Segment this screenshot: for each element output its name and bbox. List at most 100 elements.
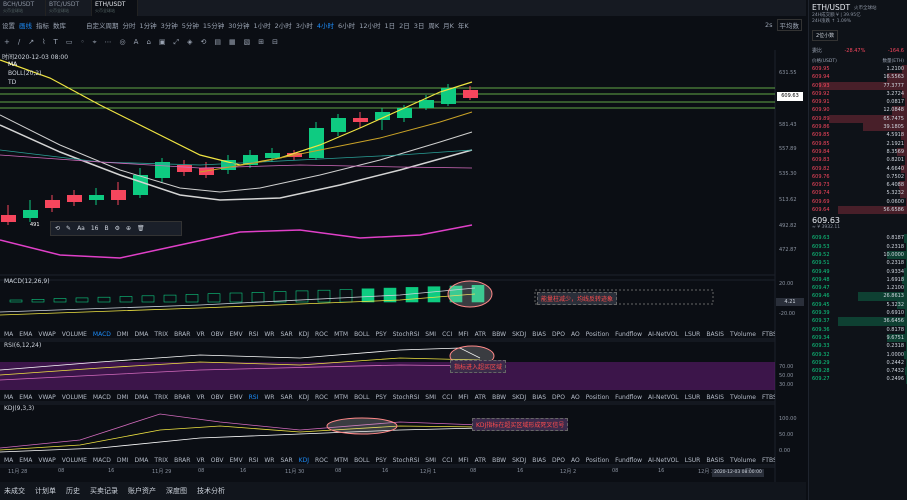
period-option[interactable]: 3小时 <box>296 20 313 30</box>
bid-row[interactable]: 609.32 1.0000 <box>809 350 907 359</box>
period-option[interactable]: 5分钟 <box>182 20 199 30</box>
kline-chart[interactable] <box>0 50 806 482</box>
draw-tool-icon[interactable]: ⌖ <box>93 38 97 47</box>
ask-row[interactable]: 609.85 2.1921 <box>809 139 907 148</box>
ask-row[interactable]: 609.92 3.2724 <box>809 89 907 99</box>
draw-tool-icon[interactable]: ⤢ <box>174 38 180 47</box>
candle-body[interactable] <box>265 153 280 158</box>
tab-bch-usdt[interactable]: BCH/USDT 火币全球站 <box>0 0 46 16</box>
indicator-option[interactable]: TRIX <box>154 394 168 403</box>
candle-body[interactable] <box>331 118 346 132</box>
ask-row[interactable]: 609.85 4.5918 <box>809 131 907 140</box>
indicator-option[interactable]: EMA <box>19 331 32 340</box>
bottom-tab[interactable]: 计划单 <box>35 486 56 496</box>
indicator-option[interactable]: BIAS <box>532 457 546 466</box>
tab-btc-usdt[interactable]: BTC/USDT 火币全球站 <box>46 0 92 16</box>
ask-row[interactable]: 609.76 0.7502 <box>809 172 907 182</box>
float-tool-icon[interactable]: ⟲ <box>55 225 60 232</box>
period-option[interactable]: 15分钟 <box>203 20 224 30</box>
period-option[interactable]: 12小时 <box>359 20 380 30</box>
indicator-option[interactable]: AO <box>571 394 580 403</box>
indicator-option[interactable]: BBW <box>492 457 506 466</box>
ask-row[interactable]: 609.89 65.7475 <box>809 114 907 124</box>
indicator-option[interactable]: VOLUME <box>62 331 87 340</box>
indicator-option[interactable]: TVolume <box>730 394 756 403</box>
indicator-option[interactable]: VWAP <box>38 331 55 340</box>
draw-tool-icon[interactable]: / <box>18 38 20 46</box>
ask-row[interactable]: 609.95 1.2100 <box>809 65 907 74</box>
indicator-option[interactable]: WR <box>264 394 274 403</box>
indicator-option[interactable]: CCI <box>442 457 452 466</box>
bottom-tab[interactable]: 技术分析 <box>197 486 225 496</box>
indicator-option[interactable]: FTBS <box>762 394 775 403</box>
toolbar-item[interactable]: 画线 <box>19 20 32 30</box>
depth-select[interactable]: 2位小数 <box>812 30 839 41</box>
draw-tool-icon[interactable]: ▣ <box>159 38 166 46</box>
period-option[interactable]: 30分钟 <box>228 20 249 30</box>
draw-tool-icon[interactable]: ◎ <box>120 38 126 46</box>
indicator-option[interactable]: MA <box>4 394 13 403</box>
indicator-option[interactable]: MA <box>4 457 13 466</box>
bid-row[interactable]: 609.27 0.2496 <box>809 375 907 384</box>
bottom-tab[interactable]: 买卖记录 <box>90 486 118 496</box>
indicator-option[interactable]: TRIX <box>154 331 168 340</box>
indicator-option[interactable]: ATR <box>475 331 486 340</box>
candle-body[interactable] <box>89 195 104 200</box>
indicator-option[interactable]: MFI <box>458 457 468 466</box>
draw-tool-icon[interactable]: ⋯ <box>105 38 112 46</box>
draw-tool-icon[interactable]: ▧ <box>244 38 251 46</box>
indicator-option[interactable]: SMI <box>425 394 436 403</box>
avg-select[interactable]: 平均数 <box>776 19 802 31</box>
float-tool-icon[interactable]: ✎ <box>66 225 71 232</box>
bottom-tab[interactable]: 未成交 <box>4 486 25 496</box>
toolbar-item[interactable]: 数库 <box>53 20 66 30</box>
indicator-option[interactable]: StochRSI <box>393 331 420 340</box>
indicator-option[interactable]: TVolume <box>730 457 756 466</box>
indicator-option[interactable]: SMI <box>425 331 436 340</box>
indicator-option[interactable]: MFI <box>458 331 468 340</box>
indicator-option[interactable]: LSUR <box>685 331 701 340</box>
indicator-option[interactable]: ATR <box>475 394 486 403</box>
indicator-option[interactable]: EMA <box>19 394 32 403</box>
indicator-option[interactable]: DMI <box>117 457 129 466</box>
ask-row[interactable]: 609.90 12.0848 <box>809 106 907 115</box>
indicator-option[interactable]: MTM <box>334 331 348 340</box>
candle-body[interactable] <box>111 190 126 200</box>
indicator-option[interactable]: OBV <box>211 331 224 340</box>
indicator-option[interactable]: BBW <box>492 331 506 340</box>
indicator-option[interactable]: BIAS <box>532 394 546 403</box>
indicator-option[interactable]: VWAP <box>38 394 55 403</box>
indicator-option[interactable]: AI-NetVOL <box>648 394 679 403</box>
indicator-option[interactable]: WR <box>264 331 274 340</box>
indicator-option[interactable]: Fundflow <box>615 394 642 403</box>
bid-row[interactable]: 609.28 0.7432 <box>809 367 907 376</box>
toolbar-item[interactable]: 指标 <box>36 20 49 30</box>
draw-tool-icon[interactable]: ▤ <box>214 38 221 46</box>
indicator-option[interactable]: BBW <box>492 394 506 403</box>
ask-row[interactable]: 609.93 77.3777 <box>809 81 907 90</box>
indicator-option[interactable]: RSI <box>249 331 259 340</box>
ask-row[interactable]: 609.69 0.0600 <box>809 197 907 207</box>
bid-row[interactable]: 609.63 0.8187 <box>809 234 907 243</box>
bid-row[interactable]: 609.48 1.6918 <box>809 275 907 285</box>
period-option[interactable]: 3分钟 <box>161 20 178 30</box>
indicator-option[interactable]: KDJ <box>299 457 309 466</box>
bid-row[interactable]: 609.49 0.9334 <box>809 267 907 276</box>
draw-tool-icon[interactable]: ⟲ <box>201 38 207 46</box>
period-option[interactable]: 3日 <box>414 20 425 30</box>
period-option[interactable]: 分时 <box>123 20 136 30</box>
indicator-option[interactable]: SMI <box>425 457 436 466</box>
indicator-option[interactable]: DMI <box>117 394 129 403</box>
bid-row[interactable]: 609.45 5.3232 <box>809 300 907 310</box>
indicator-option[interactable]: FTBS <box>762 457 775 466</box>
indicator-option[interactable]: SKDJ <box>512 457 526 466</box>
bid-row[interactable]: 609.46 26.8613 <box>809 292 907 301</box>
indicator-option[interactable]: SAR <box>280 394 292 403</box>
indicator-option[interactable]: EMV <box>230 457 243 466</box>
indicator-option[interactable]: EMV <box>230 331 243 340</box>
toolbar-item[interactable]: 设置 <box>2 20 15 30</box>
indicator-option[interactable]: ROC <box>315 331 328 340</box>
indicator-option[interactable]: AI-NetVOL <box>648 457 679 466</box>
indicator-option[interactable]: SKDJ <box>512 394 526 403</box>
candle-body[interactable] <box>67 195 82 202</box>
